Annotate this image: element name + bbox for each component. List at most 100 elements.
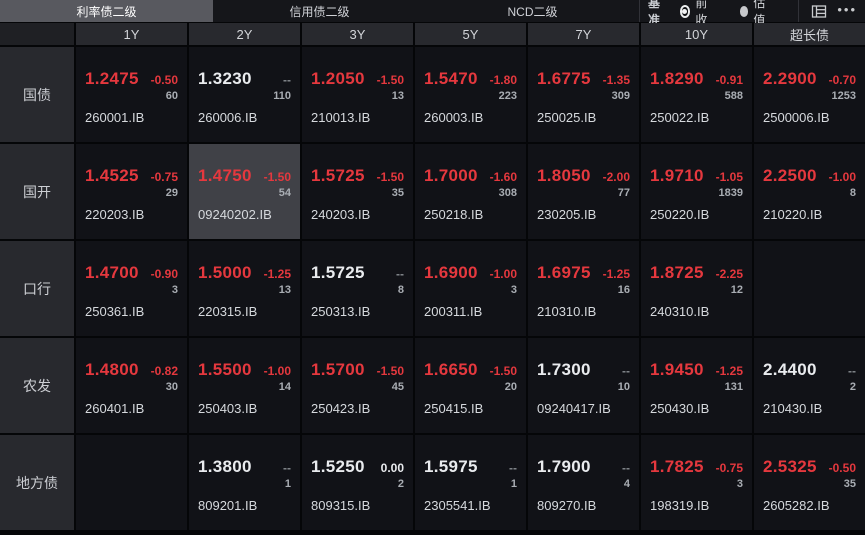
- bond-cell[interactable]: 1.5500 -1.00 14 250403.IB: [189, 338, 300, 433]
- tab-credit-secondary[interactable]: 信用债二级: [213, 0, 426, 22]
- change-value: -1.00: [489, 267, 517, 281]
- price-value: 1.6775: [537, 69, 591, 88]
- price-value: 1.5700: [311, 360, 365, 379]
- price-value: 1.6900: [424, 263, 478, 282]
- bond-cell[interactable]: 1.7300 -- 10 09240417.IB: [528, 338, 639, 433]
- bond-cell[interactable]: 1.7900 -- 4 809270.IB: [528, 435, 639, 530]
- bond-cell[interactable]: [754, 241, 865, 336]
- price-value: 1.3230: [198, 69, 252, 88]
- bond-cell[interactable]: 1.5000 -1.25 13 220315.IB: [189, 241, 300, 336]
- change-value: -0.75: [150, 170, 178, 184]
- bond-cell[interactable]: 1.7825 -0.75 3 198319.IB: [641, 435, 752, 530]
- trade-count: 2: [397, 478, 404, 490]
- bond-code: 809315.IB: [311, 498, 371, 513]
- bond-cell[interactable]: 1.8290 -0.91 588 250022.IB: [641, 47, 752, 142]
- bond-cell[interactable]: 2.4400 -- 2 210430.IB: [754, 338, 865, 433]
- more-icon[interactable]: •••: [837, 3, 857, 20]
- tab-rates-secondary[interactable]: 利率债二级: [0, 0, 213, 22]
- radio-icon: [739, 5, 749, 17]
- bond-cell[interactable]: 2.5325 -0.50 35 2605282.IB: [754, 435, 865, 530]
- price-value: 1.7300: [537, 360, 591, 379]
- price-value: 1.6975: [537, 263, 591, 282]
- trade-count: 223: [498, 90, 517, 102]
- bond-cell[interactable]: 1.3800 -- 1 809201.IB: [189, 435, 300, 530]
- price-value: 1.8290: [650, 69, 704, 88]
- change-value: -0.91: [715, 73, 743, 87]
- trade-count: 8: [849, 187, 856, 199]
- bond-code: 220203.IB: [85, 207, 145, 222]
- bond-cell[interactable]: 1.3230 -- 110 260006.IB: [189, 47, 300, 142]
- row-label: 国开: [0, 144, 74, 239]
- trade-count: 12: [730, 284, 743, 296]
- bond-cell[interactable]: 1.8050 -2.00 77 230205.IB: [528, 144, 639, 239]
- trade-count: 45: [391, 381, 404, 393]
- bond-grid: 国债 1.2475 -0.50 60 260001.IB 1.3230 -- 110 26000…: [0, 47, 865, 530]
- bond-cell[interactable]: 1.6775 -1.35 309 250025.IB: [528, 47, 639, 142]
- bond-cell[interactable]: 1.5725 -1.50 35 240203.IB: [302, 144, 413, 239]
- bond-code: 2305541.IB: [424, 498, 491, 513]
- bond-cell[interactable]: 1.5725 -- 8 250313.IB: [302, 241, 413, 336]
- bond-cell[interactable]: 1.4750 -1.50 54 09240202.IB: [189, 144, 300, 239]
- bond-code: 210013.IB: [311, 110, 371, 125]
- trade-count: 35: [391, 187, 404, 199]
- bond-cell[interactable]: 1.9710 -1.05 1839 250220.IB: [641, 144, 752, 239]
- bond-cell[interactable]: 1.4525 -0.75 29 220203.IB: [76, 144, 187, 239]
- change-value: -0.70: [828, 73, 856, 87]
- trade-count: 16: [617, 284, 630, 296]
- bond-cell[interactable]: 1.2050 -1.50 13 210013.IB: [302, 47, 413, 142]
- change-value: -1.50: [263, 170, 291, 184]
- change-value: --: [622, 461, 630, 475]
- bond-code: 809201.IB: [198, 498, 258, 513]
- bond-code: 250361.IB: [85, 304, 145, 319]
- benchmark-controls: 基准 前收 估值 •••: [639, 0, 865, 27]
- bond-code: 210430.IB: [763, 401, 823, 416]
- change-value: -1.80: [489, 73, 517, 87]
- bond-cell[interactable]: 1.5470 -1.80 223 260003.IB: [415, 47, 526, 142]
- row-label: 国债: [0, 47, 74, 142]
- bond-cell[interactable]: 1.4800 -0.82 30 260401.IB: [76, 338, 187, 433]
- bond-cell[interactable]: 1.5250 0.00 2 809315.IB: [302, 435, 413, 530]
- trade-count: 110: [273, 90, 291, 102]
- change-value: -1.35: [602, 73, 630, 87]
- bond-cell[interactable]: [76, 435, 187, 530]
- bond-code: 250403.IB: [198, 401, 258, 416]
- bond-cell[interactable]: 1.7000 -1.60 308 250218.IB: [415, 144, 526, 239]
- bond-cell[interactable]: 1.5975 -- 1 2305541.IB: [415, 435, 526, 530]
- bond-cell[interactable]: 2.2500 -1.00 8 210220.IB: [754, 144, 865, 239]
- bond-cell[interactable]: 1.9450 -1.25 131 250430.IB: [641, 338, 752, 433]
- bond-cell[interactable]: 1.5700 -1.50 45 250423.IB: [302, 338, 413, 433]
- layout-icon[interactable]: [811, 4, 827, 19]
- price-value: 1.4700: [85, 263, 139, 282]
- price-value: 1.5000: [198, 263, 252, 282]
- column-header-row: 1Y 2Y 3Y 5Y 7Y 10Y 超长债: [0, 23, 865, 45]
- bond-cell[interactable]: 1.6900 -1.00 3 200311.IB: [415, 241, 526, 336]
- bond-cell[interactable]: 1.6650 -1.50 20 250415.IB: [415, 338, 526, 433]
- bond-cell[interactable]: 2.2900 -0.70 1253 2500006.IB: [754, 47, 865, 142]
- tab-ncd-secondary[interactable]: NCD二级: [426, 0, 639, 22]
- column-header-5Y: 5Y: [415, 23, 526, 45]
- bond-cell[interactable]: 1.2475 -0.50 60 260001.IB: [76, 47, 187, 142]
- bond-cell[interactable]: 1.4700 -0.90 3 250361.IB: [76, 241, 187, 336]
- bond-code: 260003.IB: [424, 110, 484, 125]
- bond-code: 220315.IB: [198, 304, 258, 319]
- bond-code: 09240417.IB: [537, 401, 611, 416]
- change-value: -1.25: [715, 364, 743, 378]
- bond-code: 250220.IB: [650, 207, 710, 222]
- trade-count: 20: [504, 381, 517, 393]
- bond-code: 240203.IB: [311, 207, 371, 222]
- bond-code: 250430.IB: [650, 401, 710, 416]
- trade-count: 309: [611, 90, 630, 102]
- bond-code: 250025.IB: [537, 110, 597, 125]
- trade-count: 3: [510, 284, 517, 296]
- trade-count: 54: [278, 187, 291, 199]
- change-value: -0.50: [828, 461, 856, 475]
- trade-count: 1: [284, 478, 291, 490]
- trade-count: 2: [849, 381, 856, 393]
- price-value: 1.5975: [424, 457, 478, 476]
- column-header-3Y: 3Y: [302, 23, 413, 45]
- bond-cell[interactable]: 1.6975 -1.25 16 210310.IB: [528, 241, 639, 336]
- bond-cell[interactable]: 1.8725 -2.25 12 240310.IB: [641, 241, 752, 336]
- column-header-10Y: 10Y: [641, 23, 752, 45]
- trade-count: 1: [510, 478, 517, 490]
- bond-code: 2500006.IB: [763, 110, 830, 125]
